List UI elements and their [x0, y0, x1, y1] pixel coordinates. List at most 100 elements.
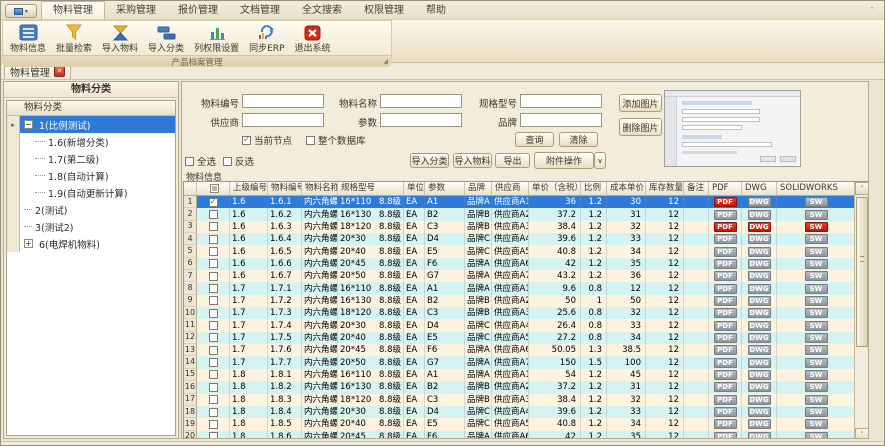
ribbon-button[interactable]: 导入分类 — [143, 22, 189, 55]
column-header-dwg[interactable]: DWG — [742, 182, 777, 195]
expand-node-icon[interactable]: + — [24, 239, 33, 248]
row-checkbox[interactable] — [197, 258, 230, 270]
pdf-button[interactable]: PDF — [714, 395, 737, 405]
search-field-supplier[interactable] — [242, 113, 324, 127]
tree-item[interactable]: 1.7(第二级) — [7, 150, 175, 167]
dwg-button[interactable]: DWG — [748, 247, 771, 257]
pdf-button[interactable]: PDF — [714, 382, 737, 392]
row-checkbox[interactable] — [197, 233, 230, 245]
row-checkbox[interactable] — [197, 270, 230, 282]
table-row[interactable]: 81.71.7.1内六角螺栓116*1108.8级EAA1品牌A供应商A19.6… — [184, 282, 856, 294]
pdf-button[interactable]: PDF — [714, 259, 737, 269]
dwg-button[interactable]: DWG — [748, 333, 771, 343]
row-checkbox[interactable] — [197, 208, 230, 220]
table-row[interactable]: 1✓1.61.6.1内六角螺栓116*1108.8级EAA1品牌A供应商A136… — [184, 196, 856, 208]
dwg-button[interactable]: DWG — [748, 382, 771, 392]
import-category-button[interactable]: 导入分类 — [410, 153, 449, 168]
sw-button[interactable]: SW — [805, 382, 828, 392]
dwg-button[interactable]: DWG — [748, 395, 771, 405]
vertical-scrollbar[interactable]: ˄ ˅ — [854, 182, 869, 439]
sw-button[interactable]: SW — [805, 234, 828, 244]
column-header-cost[interactable]: 成本单价 — [607, 182, 646, 195]
dwg-button[interactable]: DWG — [748, 432, 771, 439]
ribbon-tab[interactable]: 采购管理 — [105, 2, 167, 19]
pdf-button[interactable]: PDF — [714, 271, 737, 281]
dwg-button[interactable]: DWG — [748, 284, 771, 294]
table-row[interactable]: 191.81.8.5内六角螺栓520*408.8级EAE5品牌C供应商A540.… — [184, 418, 856, 430]
attachment-operations-button[interactable]: 附件操作 — [534, 152, 594, 169]
sw-button[interactable]: SW — [805, 284, 828, 294]
column-header-stock[interactable]: 库存数量 — [646, 182, 684, 195]
pdf-button[interactable]: PDF — [714, 222, 737, 232]
column-header-param[interactable]: 参数 — [425, 182, 465, 195]
search-field-spec[interactable] — [520, 94, 602, 108]
column-header-rownum[interactable] — [184, 182, 197, 195]
export-button[interactable]: 导出 — [495, 153, 530, 168]
pdf-button[interactable]: PDF — [714, 284, 737, 294]
dwg-button[interactable]: DWG — [748, 407, 771, 417]
query-button[interactable]: 查询 — [515, 132, 554, 147]
ribbon-tab[interactable]: 报价管理 — [167, 2, 229, 19]
pdf-button[interactable]: PDF — [714, 370, 737, 380]
tree-item[interactable]: ▸−1(比例测试) — [7, 116, 175, 133]
column-header-pdf[interactable]: PDF — [709, 182, 742, 195]
table-row[interactable]: 151.81.8.1内六角螺栓116*1108.8级EAA1品牌A供应商A154… — [184, 369, 856, 381]
row-checkbox[interactable] — [197, 381, 230, 393]
dwg-button[interactable]: DWG — [748, 222, 771, 232]
pdf-button[interactable]: PDF — [714, 321, 737, 331]
delete-image-button[interactable]: 删除图片 — [619, 118, 662, 136]
close-tab-icon[interactable]: ✕ — [54, 66, 65, 77]
table-row[interactable]: 171.81.8.3内六角螺栓318*1208.8级EAC3品牌B供应商A338… — [184, 394, 856, 406]
add-image-button[interactable]: 添加图片 — [619, 94, 662, 112]
row-checkbox[interactable] — [197, 282, 230, 294]
select-all-header-icon[interactable] — [210, 184, 219, 193]
row-checkbox[interactable] — [197, 418, 230, 430]
sw-button[interactable]: SW — [805, 222, 828, 232]
dwg-button[interactable]: DWG — [748, 210, 771, 220]
sw-button[interactable]: SW — [805, 419, 828, 429]
pdf-button[interactable]: PDF — [714, 296, 737, 306]
column-header-price[interactable]: 单价（含税） — [529, 182, 581, 195]
dwg-button[interactable]: DWG — [748, 197, 771, 207]
row-checkbox[interactable] — [197, 394, 230, 406]
pdf-button[interactable]: PDF — [714, 419, 737, 429]
pdf-button[interactable]: PDF — [714, 432, 737, 439]
sw-button[interactable]: SW — [805, 333, 828, 343]
pdf-button[interactable]: PDF — [714, 197, 737, 207]
row-checkbox[interactable] — [197, 307, 230, 319]
ribbon-tab[interactable]: 全文搜索 — [291, 2, 353, 19]
table-row[interactable]: 161.81.8.2内六角螺栓216*1308.8级EAB2品牌B供应商A237… — [184, 381, 856, 393]
column-header-parent[interactable]: 上级编号 — [230, 182, 268, 195]
ribbon-tab[interactable]: 物料管理 — [41, 1, 105, 19]
dwg-button[interactable]: DWG — [748, 308, 771, 318]
column-header-unit[interactable]: 单位 — [404, 182, 425, 195]
pdf-button[interactable]: PDF — [714, 210, 737, 220]
table-row[interactable]: 201.81.8.6内六角螺栓620*458.8级EAF6品牌A供应商A6421… — [184, 431, 856, 439]
tree-item[interactable]: 1.8(自动计算) — [7, 167, 175, 184]
scroll-down-icon[interactable]: ˅ — [855, 428, 869, 439]
table-row[interactable]: 61.61.6.6内六角螺栓620*458.8级EAF6品牌A供应商A6421.… — [184, 258, 856, 270]
row-checkbox[interactable] — [197, 356, 230, 368]
sw-button[interactable]: SW — [805, 432, 828, 439]
ribbon-tab[interactable]: 帮助 — [415, 2, 457, 19]
row-checkbox[interactable] — [197, 369, 230, 381]
column-header-supplier[interactable]: 供应商 — [492, 182, 529, 195]
app-menu-button[interactable]: ▾ — [5, 4, 37, 18]
row-checkbox[interactable]: ✓ — [197, 196, 230, 208]
sw-button[interactable]: SW — [805, 407, 828, 417]
pdf-button[interactable]: PDF — [714, 333, 737, 343]
column-header-spec[interactable]: 规格型号 — [338, 182, 404, 195]
tree-item[interactable]: +6(电焊机物料) — [7, 235, 175, 252]
pdf-button[interactable]: PDF — [714, 407, 737, 417]
pdf-button[interactable]: PDF — [714, 247, 737, 257]
dwg-button[interactable]: DWG — [748, 321, 771, 331]
column-header-brand[interactable]: 品牌 — [465, 182, 492, 195]
dwg-button[interactable]: DWG — [748, 296, 771, 306]
pdf-button[interactable]: PDF — [714, 234, 737, 244]
table-row[interactable]: 101.71.7.3内六角螺栓318*1208.8级EAC3品牌B供应商A325… — [184, 307, 856, 319]
row-checkbox[interactable] — [197, 344, 230, 356]
checkbox-invert-select[interactable]: 反选 — [223, 154, 254, 168]
pdf-button[interactable]: PDF — [714, 308, 737, 318]
attachment-dropdown-icon[interactable]: ∨ — [594, 152, 606, 169]
search-field-param[interactable] — [380, 113, 462, 127]
